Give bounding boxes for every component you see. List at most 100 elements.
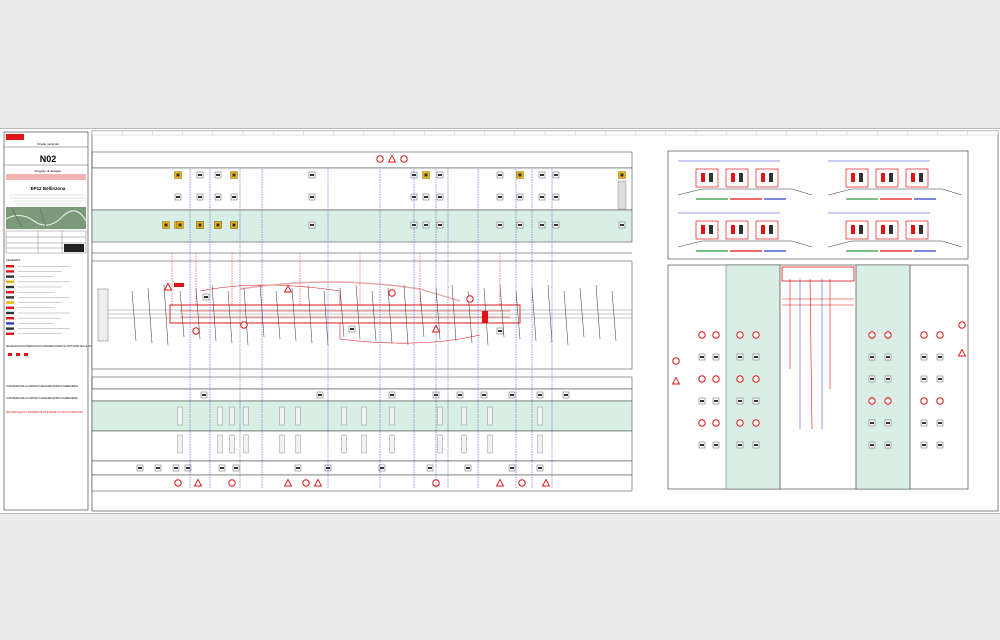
barrier-icon [348,325,356,333]
barrier-icon [884,441,892,449]
barrier-icon [712,397,720,405]
barrier-icon [698,397,706,405]
barrier-icon [316,391,324,399]
barrier-icon [436,221,444,229]
stop-sign-icon [920,397,928,405]
road-code: N02 [40,154,57,164]
junction-detail-panel [667,264,969,490]
barrier-icon [508,464,516,472]
barrier-icon [136,464,144,472]
barrier-icon [308,193,316,201]
barrier-icon [196,171,204,179]
project-variant: Progetto di dettaglio [35,169,62,173]
barrier-icon [920,419,928,427]
barrier-icon [426,464,434,472]
barrier-icon [308,171,316,179]
barrier-icon [936,375,944,383]
stop-sign-icon [884,397,892,405]
barrier-icon [508,391,516,399]
barrier-icon [884,375,892,383]
barrier-icon [480,391,488,399]
drawing-sheet: Strade nazionali N02 Progetto di dettagl… [0,128,1000,514]
stop-sign-icon [192,327,200,335]
barrier-icon [552,171,560,179]
note-acceleration: LUNGHEZZA DELLA CORSIA DI ACCELERAZIONE … [6,397,78,400]
barrier-icon [868,441,876,449]
stop-sign-icon [302,479,310,487]
barrier-icon [868,419,876,427]
barrier-icon [698,353,706,361]
stop-sign-icon [736,375,744,383]
barrier-icon [562,391,570,399]
barrier-icon [218,464,226,472]
barrier-icon [712,353,720,361]
barrier-icon [538,171,546,179]
warning-sign-icon [230,221,238,229]
stop-sign-icon [736,419,744,427]
stop-sign-icon [712,331,720,339]
barrier-icon [232,464,240,472]
stop-sign-icon [388,289,396,297]
barrier-icon [920,353,928,361]
stop-sign-icon [712,375,720,383]
barrier-icon [464,464,472,472]
stop-sign-icon [752,375,760,383]
barrier-icon [920,375,928,383]
stop-sign-icon [698,419,706,427]
barrier-icon [736,397,744,405]
barrier-icon [538,193,546,201]
cross-sections-panel [667,150,969,260]
barrier-icon [172,464,180,472]
barrier-icon [388,391,396,399]
barrier-icon [868,353,876,361]
stop-sign-icon [920,331,928,339]
barrier-icon [698,441,706,449]
barrier-icon [456,391,464,399]
barrier-icon [920,441,928,449]
warning-sign-icon [422,171,430,179]
road-corridor [91,260,633,370]
stop-sign-icon [752,331,760,339]
warning-sign-icon [174,171,182,179]
barrier-icon [618,221,626,229]
warning-sign-icon [176,221,184,229]
barrier-icon [308,221,316,229]
stop-sign-icon [698,375,706,383]
barrier-icon [536,464,544,472]
stop-sign-icon [698,331,706,339]
barrier-icon [516,193,524,201]
office-label: Strade nazionali [37,142,59,146]
barrier-icon [736,441,744,449]
barrier-icon [496,327,504,335]
barrier-icon [202,293,210,301]
barrier-icon [868,375,876,383]
barrier-icon [496,193,504,201]
barrier-icon [538,221,546,229]
barrier-icon [552,193,560,201]
legend-heading: LEGENDA [6,258,20,262]
barrier-icon [174,193,182,201]
stop-sign-icon [752,419,760,427]
stop-sign-icon [400,155,408,163]
stop-sign-icon [466,295,474,303]
barrier-icon [752,353,760,361]
stop-sign-icon [884,331,892,339]
stop-sign-icon [672,357,680,365]
stop-sign-icon [958,321,966,329]
stop-sign-icon [936,397,944,405]
barrier-icon [387,154,397,163]
barrier-icon [712,441,720,449]
barrier-icon [196,193,204,201]
stop-sign-icon [240,321,248,329]
stop-sign-icon [712,419,720,427]
barrier-icon [214,193,222,201]
barrier-icon [884,419,892,427]
warning-sign-icon [230,171,238,179]
barrier-icon [200,391,208,399]
barrier-icon [516,221,524,229]
note-integrate: PER SEGNALETICA DIFFERENTE INTEGRARE IL … [6,411,84,414]
barrier-icon [422,193,430,201]
warning-sign-icon [618,171,626,179]
barrier-icon [436,171,444,179]
barrier-icon [496,221,504,229]
